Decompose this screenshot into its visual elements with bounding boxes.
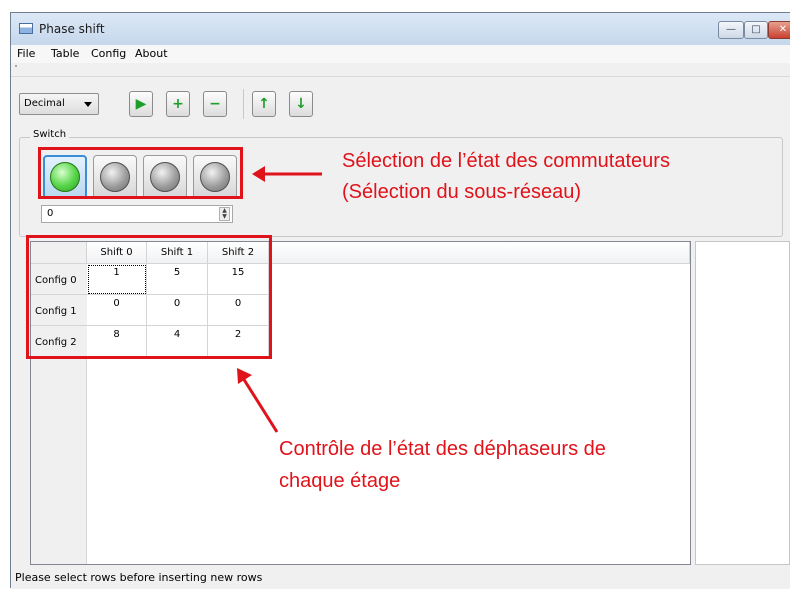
switch-arrow (252, 166, 322, 182)
table-arrow (237, 368, 279, 433)
table-note-line-2: chaque étage (279, 470, 401, 492)
annotation-arrows (237, 166, 322, 433)
switch-note-line-1: Sélection de l’état des commutateurs (342, 150, 670, 172)
table-note-line-1: Contrôle de l’état des déphaseurs de (279, 438, 606, 460)
switch-note-line-2: (Sélection du sous-réseau) (342, 181, 582, 203)
